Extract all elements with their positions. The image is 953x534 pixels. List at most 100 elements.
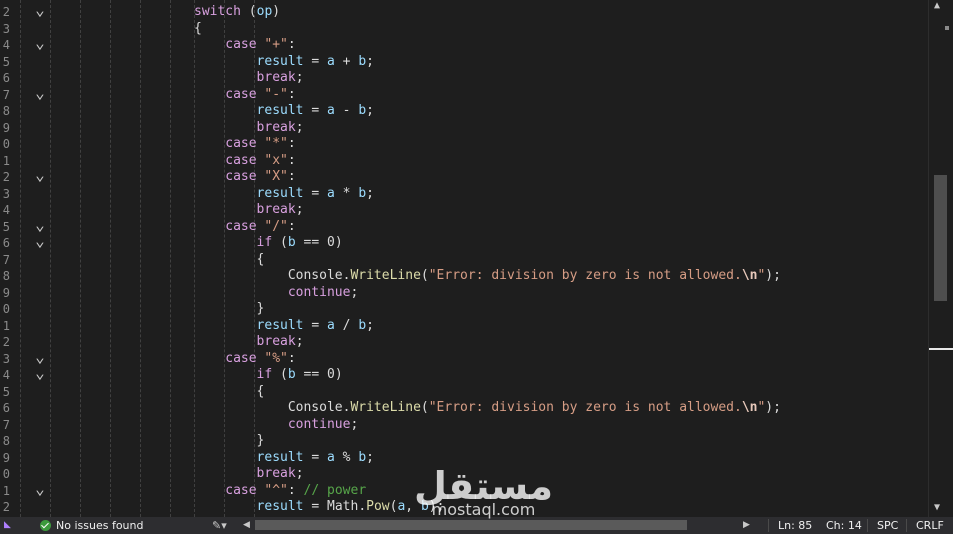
line-ending[interactable]: CRLF [916,517,944,534]
scrollbar-thumb[interactable] [934,175,947,301]
code-token: a [327,185,335,201]
brush-icon[interactable]: ✎▾ [212,517,227,534]
scroll-right-icon[interactable]: ▶ [743,517,750,534]
code-line[interactable]: break; [257,466,304,483]
code-line[interactable]: break; [257,334,304,351]
code-token: == 0) [295,235,343,250]
code-line[interactable]: } [257,433,265,450]
code-line[interactable]: if (b == 0) [257,367,343,384]
code-token: Console [287,268,343,283]
code-token: : [287,86,296,102]
line-number[interactable]: Ln: 85 [778,517,812,534]
code-token: \n [741,400,758,415]
code-token: ; [350,416,359,432]
code-line[interactable]: } [257,301,265,318]
code-line[interactable]: break; [257,70,304,87]
code-line[interactable]: case "*": [225,136,295,153]
chevron-down-icon[interactable]: ⌄ [34,84,46,102]
issues-indicator[interactable]: No issues found [40,517,143,534]
code-line[interactable]: continue; [288,285,358,302]
line-number-label: 2 [2,335,10,349]
spacing-mode[interactable]: SPC [877,517,898,534]
chevron-down-icon[interactable]: ⌄ [34,35,46,52]
code-token: b [358,449,367,465]
chevron-down-icon[interactable]: ⌄ [34,480,46,498]
zoom-indicator-icon[interactable]: ◣ [4,517,11,534]
line-number-label: 6 [2,71,10,85]
line-number-label: 3 [2,186,10,201]
code-line[interactable]: case "X": [225,169,295,186]
scroll-up-icon[interactable]: ▲ [934,0,940,11]
code-token: { [256,383,265,399]
line-number-label: 1 [2,483,10,498]
code-token: ; [295,70,304,85]
code-token: result [256,185,304,201]
horizontal-scrollbar-thumb[interactable] [255,520,687,530]
code-line[interactable]: { [257,384,265,401]
code-token: ; [366,53,374,69]
column-number[interactable]: Ch: 14 [826,517,862,534]
issues-label: No issues found [56,519,144,532]
code-token: + [334,53,359,69]
code-token: case [225,152,257,168]
chevron-down-icon[interactable]: ⌄ [34,2,46,19]
code-token: b [287,235,296,250]
code-line[interactable]: result = a * b; [257,186,374,203]
code-token: ; [295,119,304,135]
code-line[interactable]: case "x": [225,153,295,170]
code-token: : [287,136,296,151]
code-token: : [287,169,296,184]
code-line[interactable]: case "%": [225,351,295,368]
chevron-down-icon[interactable]: ⌄ [34,233,46,250]
code-token: "^" [264,482,288,498]
divider [768,519,769,532]
code-token: b [358,103,367,118]
code-line[interactable]: result = a - b; [257,103,374,120]
scroll-left-icon[interactable]: ◀ [243,517,250,534]
line-number-label: 0 [2,302,10,316]
divider [867,519,868,532]
chevron-down-icon[interactable]: ⌄ [34,167,46,184]
code-line[interactable]: { [257,252,265,269]
code-token: case [225,136,257,151]
indent-guide [20,0,21,517]
code-line[interactable]: Console.WriteLine("Error: division by ze… [288,268,781,285]
code-token: { [194,20,202,36]
code-line[interactable]: result = a + b; [257,54,374,71]
code-line[interactable]: case "-": [225,87,295,104]
code-token: b [358,53,367,69]
code-editor[interactable]: 2 ⌄ 3 4 ⌄ 5 6 7 ⌄ 8 9 0 1 2 ⌄ 3 4 5 ⌄ 6 ⌄ 7 8 9 0 1 2 3 ⌄ 4 ⌄ 5 6 7 8 9 0 1 ⌄ 2… [0,0,928,517]
code-token: result [256,499,304,514]
code-token: : [287,152,296,168]
vertical-scrollbar[interactable]: ▲ ▼ [928,0,953,517]
code-token: break [256,466,296,481]
code-token: : [287,482,304,498]
code-line[interactable]: case "/": [225,219,295,236]
code-line[interactable]: Console.WriteLine("Error: division by ze… [288,400,781,417]
divider [906,519,907,532]
code-token: continue [287,284,351,300]
code-line[interactable]: case "+": [225,37,295,54]
scroll-down-icon[interactable]: ▼ [934,502,940,513]
code-line[interactable]: break; [257,202,304,219]
code-line[interactable]: continue; [288,417,358,434]
code-line[interactable]: switch (op) [194,4,280,21]
line-number-label: 5 [2,384,10,399]
code-line[interactable]: result = a / b; [257,318,374,335]
code-token: ; [350,284,359,300]
code-token: - [334,103,359,118]
code-line[interactable]: break; [257,120,304,137]
chevron-down-icon[interactable]: ⌄ [34,365,46,382]
code-token: = [303,317,327,333]
code-token: ( [420,400,429,415]
code-token: "*" [264,136,288,151]
code-line[interactable]: result = a % b; [257,450,374,467]
code-token: result [256,449,304,465]
code-line[interactable]: { [194,21,202,38]
code-token: ( [240,4,257,19]
code-token: "+" [264,37,288,52]
code-token: Pow [366,499,390,514]
code-token: = [303,499,327,514]
code-line[interactable]: case "^": // power [225,483,366,500]
code-line[interactable]: if (b == 0) [257,235,343,252]
